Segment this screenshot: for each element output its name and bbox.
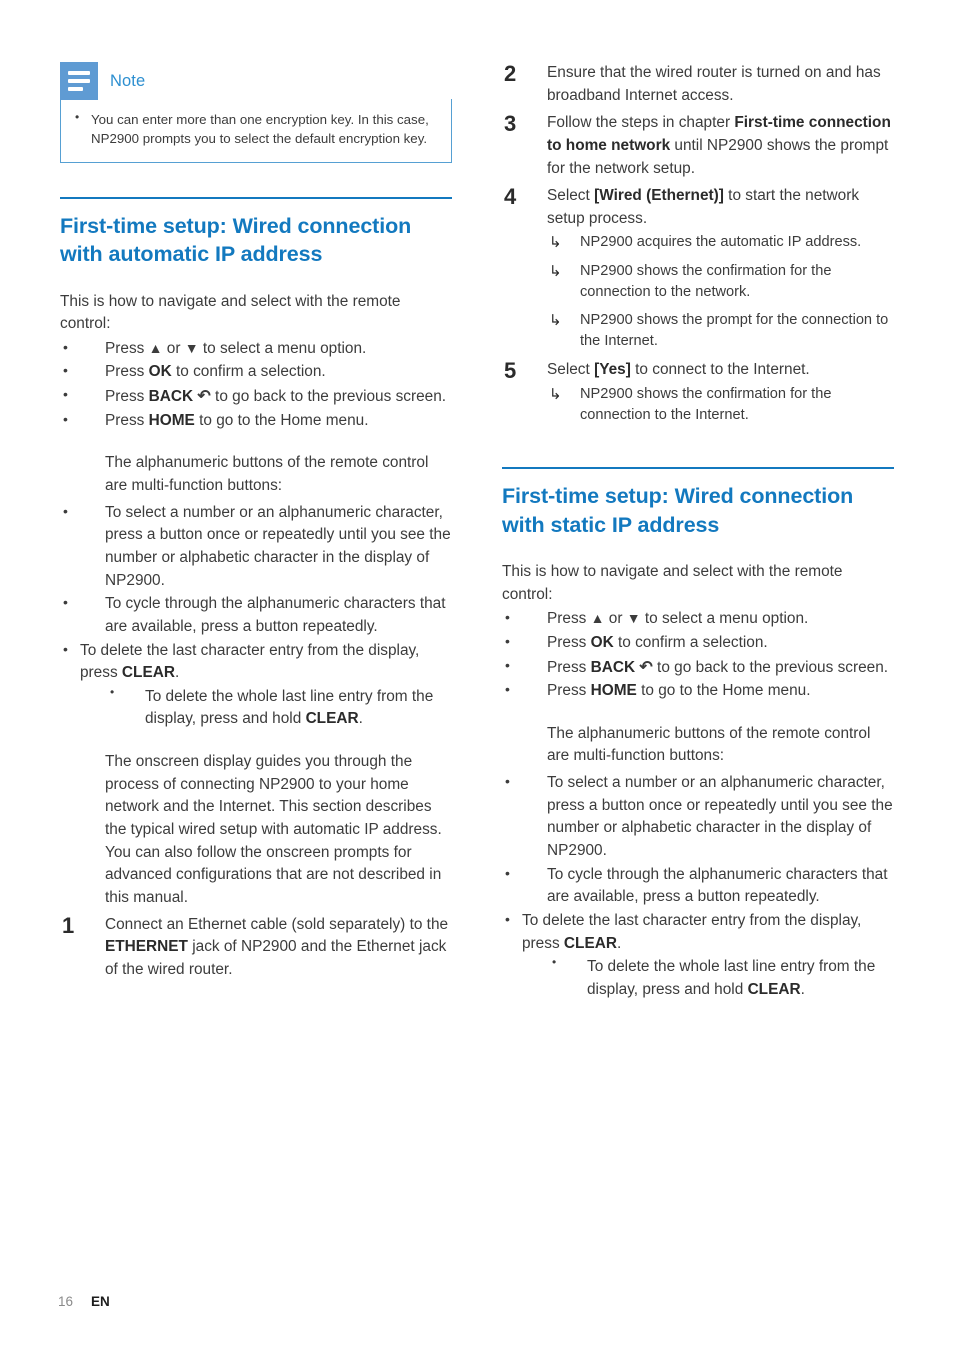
language-code: EN xyxy=(91,1294,110,1309)
alnum-bullet-list: To select a number or an alphanumeric ch… xyxy=(502,771,894,1002)
steps-left: 1 Connect an Ethernet cable (sold separat… xyxy=(60,913,452,982)
step-item-4: 4 Select [Wired (Ethernet)] to start the … xyxy=(502,184,894,352)
alnum-sub-bullet-clear-hold: To delete the whole last line entry from… xyxy=(542,954,894,1001)
ok-key-label: OK xyxy=(148,363,172,381)
nav-bullet-ok: Press OK to confirm a selection. xyxy=(60,361,452,384)
step-item-5: 5 Select [Yes] to connect to the Internet… xyxy=(502,358,894,426)
down-triangle-icon: ▼ xyxy=(184,339,199,356)
nav-lead-text: This is how to navigate and select with … xyxy=(502,562,843,603)
step-number: 1 xyxy=(62,912,75,938)
alnum-intro-text: The alphanumeric buttons of the remote c… xyxy=(547,724,871,765)
step-item-3: 3 Follow the steps in chapter First-time … xyxy=(502,111,894,180)
result-arrow-icon: ↳ xyxy=(549,234,562,252)
step-item-1: 1 Connect an Ethernet cable (sold separat… xyxy=(60,913,452,982)
note-body: You can enter more than one encryption k… xyxy=(60,99,452,163)
clear-hold-key-label: CLEAR xyxy=(747,980,801,998)
nav-bullet-home: Press HOME to go to the Home menu. xyxy=(60,409,452,433)
back-key-label: BACK xyxy=(590,658,636,676)
clear-key-label: CLEAR xyxy=(121,664,175,682)
alnum-bullet-select: To select a number or an alphanumeric ch… xyxy=(60,501,452,593)
note-title: Note xyxy=(110,71,146,90)
yes-option-label: [Yes] xyxy=(594,361,631,379)
up-triangle-icon: ▲ xyxy=(590,610,605,627)
section-title-static-ip: First-time setup: Wired connection with … xyxy=(502,484,854,537)
nav-bullet-list: Press ▲ or ▼ to select a menu option. Pr… xyxy=(60,337,452,433)
result-item: ↳ NP2900 shows the prompt for the connect… xyxy=(549,311,889,350)
alnum-bullet-clear: To delete the last character entry from … xyxy=(60,639,452,732)
result-arrow-icon: ↳ xyxy=(549,311,562,329)
step4-result-list: ↳ NP2900 acquires the automatic IP addres… xyxy=(547,232,894,352)
step-number: 3 xyxy=(504,111,517,137)
left-column: Note You can enter more than one encrypt… xyxy=(60,62,452,987)
step-number: 4 xyxy=(504,184,517,210)
clear-sub-list-wrap: To delete the whole last line entry from… xyxy=(80,684,452,731)
alnum-bullet-cycle: To cycle through the alphanumeric charac… xyxy=(60,592,452,638)
step5-result-list: ↳ NP2900 shows the confirmation for the c… xyxy=(547,384,894,426)
home-key-label: HOME xyxy=(148,411,195,429)
nav-bullet-home: Press HOME to go to the Home menu. xyxy=(502,679,894,703)
nav-bullet-ok: Press OK to confirm a selection. xyxy=(502,631,894,655)
page-number: 16 xyxy=(58,1294,74,1309)
nav-bullet-back: Press BACK ↶ to go back to the previous … xyxy=(502,655,894,680)
down-triangle-icon: ▼ xyxy=(626,610,641,627)
nav-bullet-list: Press ▲ or ▼ to select a menu option. Pr… xyxy=(502,607,894,703)
result-arrow-icon: ↳ xyxy=(549,385,562,403)
up-triangle-icon: ▲ xyxy=(148,339,163,356)
note-lines-icon xyxy=(60,62,98,100)
page-footer: 16 EN xyxy=(58,1294,110,1309)
result-item: ↳ NP2900 shows the confirmation for the c… xyxy=(549,262,832,300)
note-header: Note xyxy=(60,62,452,100)
step-number: 2 xyxy=(504,61,517,86)
clear-hold-key-label: CLEAR xyxy=(305,710,359,728)
back-key-label: BACK xyxy=(148,388,194,406)
section-rule xyxy=(60,196,452,199)
result-item: ↳ NP2900 shows the confirmation for the c… xyxy=(549,385,832,424)
alnum-sub-bullet-clear-hold: To delete the whole last line entry from… xyxy=(100,684,452,731)
right-column: 2 Ensure that the wired router is turned … xyxy=(502,61,894,1003)
back-arrow-icon: ↶ xyxy=(197,388,211,406)
wired-ethernet-option-label: [Wired (Ethernet)] xyxy=(594,187,724,205)
nav-bullet-arrows: Press ▲ or ▼ to select a menu option. xyxy=(60,337,452,361)
nav-bullet-back: Press BACK ↶ to go back to the previous … xyxy=(60,384,452,409)
home-key-label: HOME xyxy=(590,682,637,700)
alnum-bullet-clear: To delete the last character entry from … xyxy=(502,909,894,1002)
result-item: ↳ NP2900 acquires the automatic IP addres… xyxy=(547,232,894,253)
step-number: 5 xyxy=(504,358,517,384)
ethernet-jack-label: ETHERNET xyxy=(105,938,188,956)
note-item: You can enter more than one encryption k… xyxy=(71,109,437,149)
alnum-bullet-select: To select a number or an alphanumeric ch… xyxy=(502,771,894,863)
nav-lead-text: This is how to navigate and select with … xyxy=(60,292,401,333)
clear-key-label: CLEAR xyxy=(563,934,617,952)
steps-right: 2 Ensure that the wired router is turned … xyxy=(502,61,894,426)
document-page: Note You can enter more than one encrypt… xyxy=(0,0,954,1350)
back-arrow-icon: ↶ xyxy=(639,658,653,676)
result-arrow-icon: ↳ xyxy=(549,262,562,280)
ok-key-label: OK xyxy=(590,633,614,651)
step-item-2: 2 Ensure that the wired router is turned … xyxy=(502,61,894,107)
section-rule xyxy=(502,467,894,470)
alnum-bullet-cycle: To cycle through the alphanumeric charac… xyxy=(502,863,894,909)
onscreen-display-paragraph: The onscreen display guides you through … xyxy=(105,753,442,906)
section-title-auto-ip: First-time setup: Wired connection with … xyxy=(60,213,412,267)
nav-bullet-arrows: Press ▲ or ▼ to select a menu option. xyxy=(502,607,894,631)
note-callout: Note You can enter more than one encrypt… xyxy=(60,62,452,163)
alnum-intro-text: The alphanumeric buttons of the remote c… xyxy=(105,454,429,495)
clear-sub-list-wrap: To delete the whole last line entry from… xyxy=(522,954,894,1001)
alnum-bullet-list: To select a number or an alphanumeric ch… xyxy=(60,501,452,732)
